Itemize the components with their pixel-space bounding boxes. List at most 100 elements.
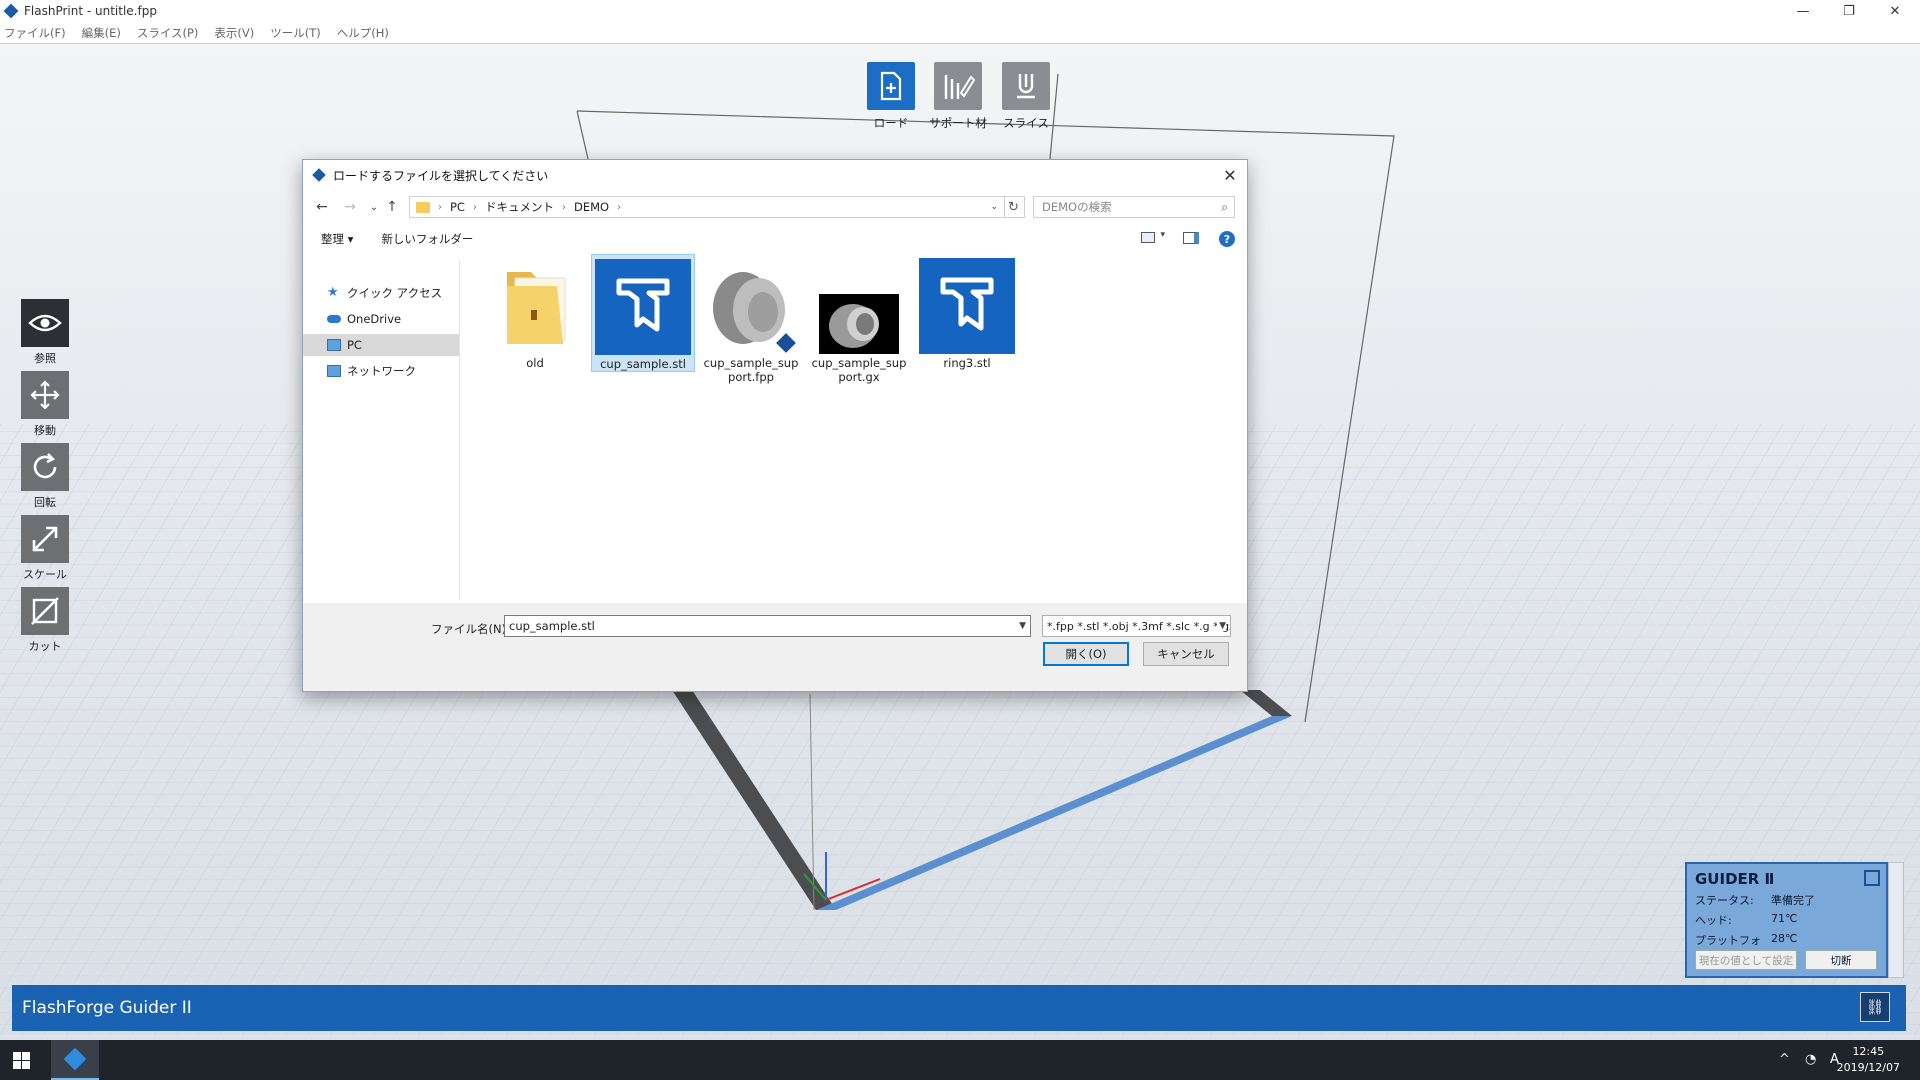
file-type-dropdown-icon: ▼ <box>1217 621 1226 631</box>
forward-arrow-icon[interactable]: → <box>339 199 361 215</box>
scale-tool-label: スケール <box>23 568 67 581</box>
move-tool-button[interactable] <box>21 371 69 419</box>
restore-button[interactable]: ❐ <box>1826 0 1872 22</box>
dialog-footer: ファイル名(N): cup_sample.stl ▼ *.fpp *.stl *… <box>303 603 1247 691</box>
set-current-button[interactable]: 現在の値として設定 <box>1695 950 1797 970</box>
address-bar[interactable]: › PC › ドキュメント › DEMO › ⌄ <box>409 196 1005 218</box>
network-icon <box>327 365 341 377</box>
breadcrumb-separator: › <box>438 201 442 213</box>
search-icon: ⌕ <box>1221 199 1228 214</box>
organize-button[interactable]: 整理 ▾ <box>321 231 353 247</box>
head-temp-key: ヘッド: <box>1695 914 1732 927</box>
menu-tools[interactable]: ツール(T) <box>270 25 321 41</box>
title-bar: FlashPrint - untitle.fpp — ❐ ✕ <box>0 0 1920 22</box>
breadcrumb-pc[interactable]: PC <box>450 200 465 214</box>
filename-dropdown-icon[interactable]: ▼ <box>1019 621 1026 631</box>
cloud-icon <box>327 315 341 323</box>
load-button[interactable] <box>867 62 915 110</box>
folder-icon <box>416 201 430 213</box>
system-clock[interactable]: 12:45 2019/12/07 <box>1837 1044 1900 1076</box>
status-key: ステータス: <box>1695 894 1754 907</box>
file-item-cup-sample-support-gx[interactable]: cup_sample_sup port.gx <box>807 254 911 384</box>
cancel-button[interactable]: キャンセル <box>1143 642 1229 666</box>
file-item-cup-sample-support-fpp[interactable]: cup_sample_sup port.fpp <box>699 254 803 384</box>
open-button[interactable]: 開く(O) <box>1043 642 1129 666</box>
filename-input[interactable]: cup_sample.stl ▼ <box>504 615 1031 637</box>
file-name: cup_sample_sup <box>703 356 799 370</box>
file-name: old <box>526 356 544 370</box>
computer-icon <box>327 339 341 351</box>
address-dropdown-icon[interactable]: ⌄ <box>990 202 998 212</box>
file-type-select[interactable]: *.fpp *.stl *.obj *.3mf *.slc *.g *.gx ▼ <box>1042 615 1231 637</box>
rotate-icon <box>33 453 57 479</box>
scale-tool-button[interactable] <box>21 515 69 563</box>
close-window-button[interactable]: ✕ <box>1872 0 1918 22</box>
link-icon[interactable]: ⛓ <box>1860 992 1890 1022</box>
menu-edit[interactable]: 編集(E) <box>82 25 121 41</box>
taskbar-flashprint-app[interactable] <box>51 1040 99 1080</box>
nav-item-quick-access[interactable]: ★ クイック アクセス <box>303 282 459 304</box>
edit-icon[interactable] <box>1864 870 1880 886</box>
move-tool-label: 移動 <box>34 424 56 437</box>
menu-help[interactable]: ヘルプ(H) <box>337 25 389 41</box>
nav-item-onedrive[interactable]: OneDrive <box>303 308 459 330</box>
minimize-button[interactable]: — <box>1780 0 1826 22</box>
nav-item-label: ネットワーク <box>347 364 416 378</box>
refresh-icon[interactable]: ↻ <box>1003 196 1025 218</box>
view-tool-button[interactable] <box>21 299 69 347</box>
nav-item-label: OneDrive <box>347 312 402 326</box>
file-name: ring3.stl <box>943 356 991 370</box>
rotate-tool-button[interactable] <box>21 443 69 491</box>
file-name: port.gx <box>838 370 880 384</box>
network-wifi-icon[interactable]: ◔ <box>1805 1052 1816 1067</box>
preview-pane-icon[interactable] <box>1183 232 1199 244</box>
menu-file[interactable]: ファイル(F) <box>4 25 66 41</box>
breadcrumb-demo[interactable]: DEMO <box>574 200 609 214</box>
move-icon <box>30 380 60 410</box>
menu-view[interactable]: 表示(V) <box>214 25 254 41</box>
view-mode-icon[interactable] <box>1141 232 1155 243</box>
dialog-close-button[interactable]: ✕ <box>1219 164 1241 186</box>
slice-button[interactable] <box>1002 62 1050 110</box>
help-icon[interactable]: ? <box>1219 231 1235 247</box>
breadcrumb-separator: › <box>472 201 477 213</box>
up-arrow-icon[interactable]: ↑ <box>381 199 403 215</box>
cut-tool-label: カット <box>28 640 62 653</box>
flashprint-file-icon <box>919 258 1015 354</box>
file-item-cup-sample-stl[interactable]: cup_sample.stl <box>591 254 695 372</box>
menu-slice[interactable]: スライス(P) <box>137 25 199 41</box>
star-icon: ★ <box>327 285 339 300</box>
disconnect-button[interactable]: 切断 <box>1805 950 1877 970</box>
slice-icon <box>1017 74 1035 99</box>
folder-icon <box>487 258 583 354</box>
file-type-value: *.fpp *.stl *.obj *.3mf *.slc *.g *.gx <box>1047 619 1231 633</box>
support-icon <box>944 75 975 99</box>
file-name: port.fpp <box>728 370 774 384</box>
support-button[interactable] <box>934 62 982 110</box>
windows-start-icon[interactable] <box>13 1052 30 1069</box>
printer-name: GUIDER Ⅱ <box>1695 870 1775 888</box>
tray-chevron-icon[interactable]: ^ <box>1779 1052 1790 1067</box>
view-mode-dropdown-icon[interactable]: ▾ <box>1160 230 1165 240</box>
nav-item-pc[interactable]: PC <box>303 334 459 356</box>
cut-tool-button[interactable] <box>21 587 69 635</box>
nav-item-network[interactable]: ネットワーク <box>303 360 459 382</box>
address-row: ← → ⌄ ↑ › PC › ドキュメント › DEMO › ⌄ ↻ DEMOの… <box>303 194 1247 220</box>
dialog-title-bar: ロードするファイルを選択してください <box>303 160 1247 190</box>
back-arrow-icon[interactable]: ← <box>311 199 333 215</box>
file-item-old[interactable]: old <box>483 254 587 370</box>
breadcrumb-documents[interactable]: ドキュメント <box>485 199 554 215</box>
clock-date: 2019/12/07 <box>1836 1061 1900 1074</box>
printer-status-row: ステータス: 準備完了 <box>1695 892 1878 908</box>
search-input[interactable]: DEMOの検索 ⌕ <box>1033 196 1235 218</box>
status-bar: FlashForge Guider II ⛓ <box>12 985 1906 1031</box>
printer-panel-scrollbar[interactable] <box>1888 862 1904 978</box>
eye-icon <box>28 314 62 332</box>
nav-item-label: クイック アクセス <box>347 286 443 300</box>
new-folder-button[interactable]: 新しいフォルダー <box>381 231 473 247</box>
scale-icon <box>32 526 58 552</box>
file-item-ring3-stl[interactable]: ring3.stl <box>915 254 1019 370</box>
navigation-pane: ★ クイック アクセス OneDrive PC ネットワーク <box>303 260 460 600</box>
dialog-title: ロードするファイルを選択してください <box>333 168 549 183</box>
file-name: cup_sample_sup <box>811 356 907 370</box>
